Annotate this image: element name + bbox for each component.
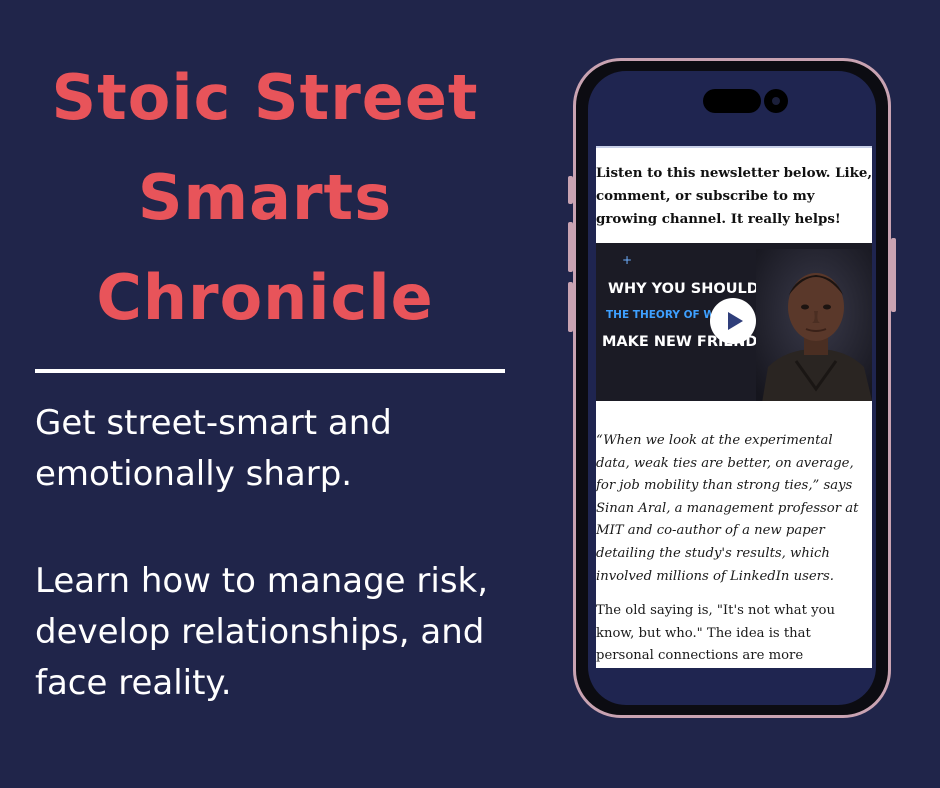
intro-line-1: Listen to this newsletter below. Like, bbox=[596, 165, 872, 181]
quote-line-2: data, weak ties are better, on average, bbox=[596, 455, 854, 471]
video-title-line-1: WHY YOU SHOULD bbox=[608, 281, 759, 297]
tagline-secondary: Learn how to manage risk, develop relati… bbox=[35, 556, 535, 709]
presenter-portrait-icon bbox=[756, 249, 872, 401]
title-line-2: Smarts bbox=[137, 161, 393, 234]
phone-mockup: Listen to this newsletter below. Like, c… bbox=[573, 58, 891, 718]
quote-line-4: Sinan Aral, a management professor at bbox=[596, 500, 859, 516]
quote-line-1: “When we look at the experimental bbox=[596, 433, 833, 448]
tagline-secondary-line-1: Learn how to manage risk, bbox=[35, 561, 489, 601]
tagline-secondary-line-3: face reality. bbox=[35, 663, 232, 703]
quote-line-5: MIT and co-author of a new paper bbox=[596, 523, 825, 539]
dynamic-island bbox=[703, 89, 761, 113]
tagline-primary: Get street-smart and emotionally sharp. bbox=[35, 398, 535, 500]
title-line-1: Stoic Street bbox=[51, 61, 479, 134]
play-button[interactable] bbox=[710, 298, 756, 344]
intro-line-2: comment, or subscribe to my bbox=[596, 188, 815, 204]
video-thumbnail[interactable]: + WHY YOU SHOULD THE THEORY OF WEAK MAKE… bbox=[596, 243, 872, 401]
body-line-2: know, but who." The idea is that bbox=[596, 625, 811, 641]
quote-paragraph: “When we look at the experimental data, … bbox=[596, 430, 872, 588]
quote-line-3: for job mobility than strong ties,” says bbox=[596, 478, 853, 494]
divider-line bbox=[35, 369, 505, 373]
intro-line-3: growing channel. It really helps! bbox=[596, 211, 841, 227]
newsletter-title: Stoic Street Smarts Chronicle bbox=[30, 48, 500, 348]
quote-line-6: detailing the study's results, which bbox=[596, 545, 830, 561]
tagline-primary-line-1: Get street-smart and bbox=[35, 403, 392, 443]
body-paragraph: The old saying is, "It's not what you kn… bbox=[596, 600, 872, 668]
phone-screen: Listen to this newsletter below. Like, c… bbox=[588, 71, 876, 705]
title-line-3: Chronicle bbox=[96, 261, 434, 334]
tagline-secondary-line-2: develop relationships, and bbox=[35, 612, 485, 652]
newsletter-page[interactable]: Listen to this newsletter below. Like, c… bbox=[596, 146, 872, 668]
intro-text: Listen to this newsletter below. Like, c… bbox=[596, 148, 872, 242]
camera-icon bbox=[764, 89, 788, 113]
plus-icon: + bbox=[622, 253, 633, 267]
body-line-1: The old saying is, "It's not what you bbox=[596, 603, 835, 618]
tagline-primary-line-2: emotionally sharp. bbox=[35, 454, 353, 494]
body-line-3: personal connections are more bbox=[596, 648, 804, 664]
phone-power-button bbox=[891, 238, 896, 312]
quote-line-7: involved millions of LinkedIn users. bbox=[596, 568, 834, 584]
